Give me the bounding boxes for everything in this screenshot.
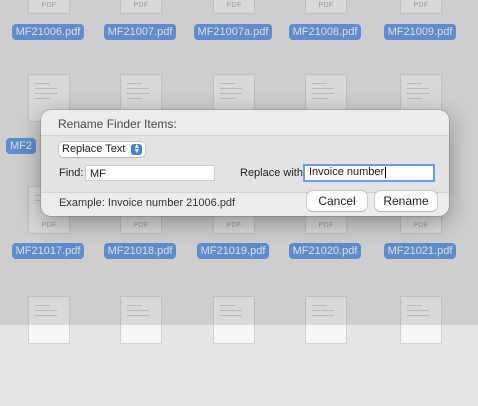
replace-with-label: Replace with: xyxy=(240,167,307,179)
find-field[interactable]: MF xyxy=(85,165,215,181)
rename-finder-items-dialog: Rename Finder Items: Replace Text ▲ ▼ Fin… xyxy=(41,110,449,216)
find-label: Find: xyxy=(59,167,84,179)
replace-with-field[interactable]: Invoice number xyxy=(303,164,435,182)
rename-mode-value: Replace Text xyxy=(62,143,126,155)
chevron-up-down-icon: ▲ ▼ xyxy=(131,143,143,155)
cancel-button[interactable]: Cancel xyxy=(307,191,367,211)
example-preview: Example: Invoice number 21006.pdf xyxy=(59,197,236,209)
text-caret xyxy=(385,166,387,178)
rename-mode-select[interactable]: Replace Text ▲ ▼ xyxy=(59,142,146,157)
replace-with-value: Invoice number xyxy=(309,166,385,178)
find-field-value: MF xyxy=(90,168,106,180)
rename-options-panel: Replace Text ▲ ▼ Find: MF Replace with: I… xyxy=(41,135,449,193)
rename-button[interactable]: Rename xyxy=(375,191,437,211)
dialog-title: Rename Finder Items: xyxy=(58,117,177,131)
